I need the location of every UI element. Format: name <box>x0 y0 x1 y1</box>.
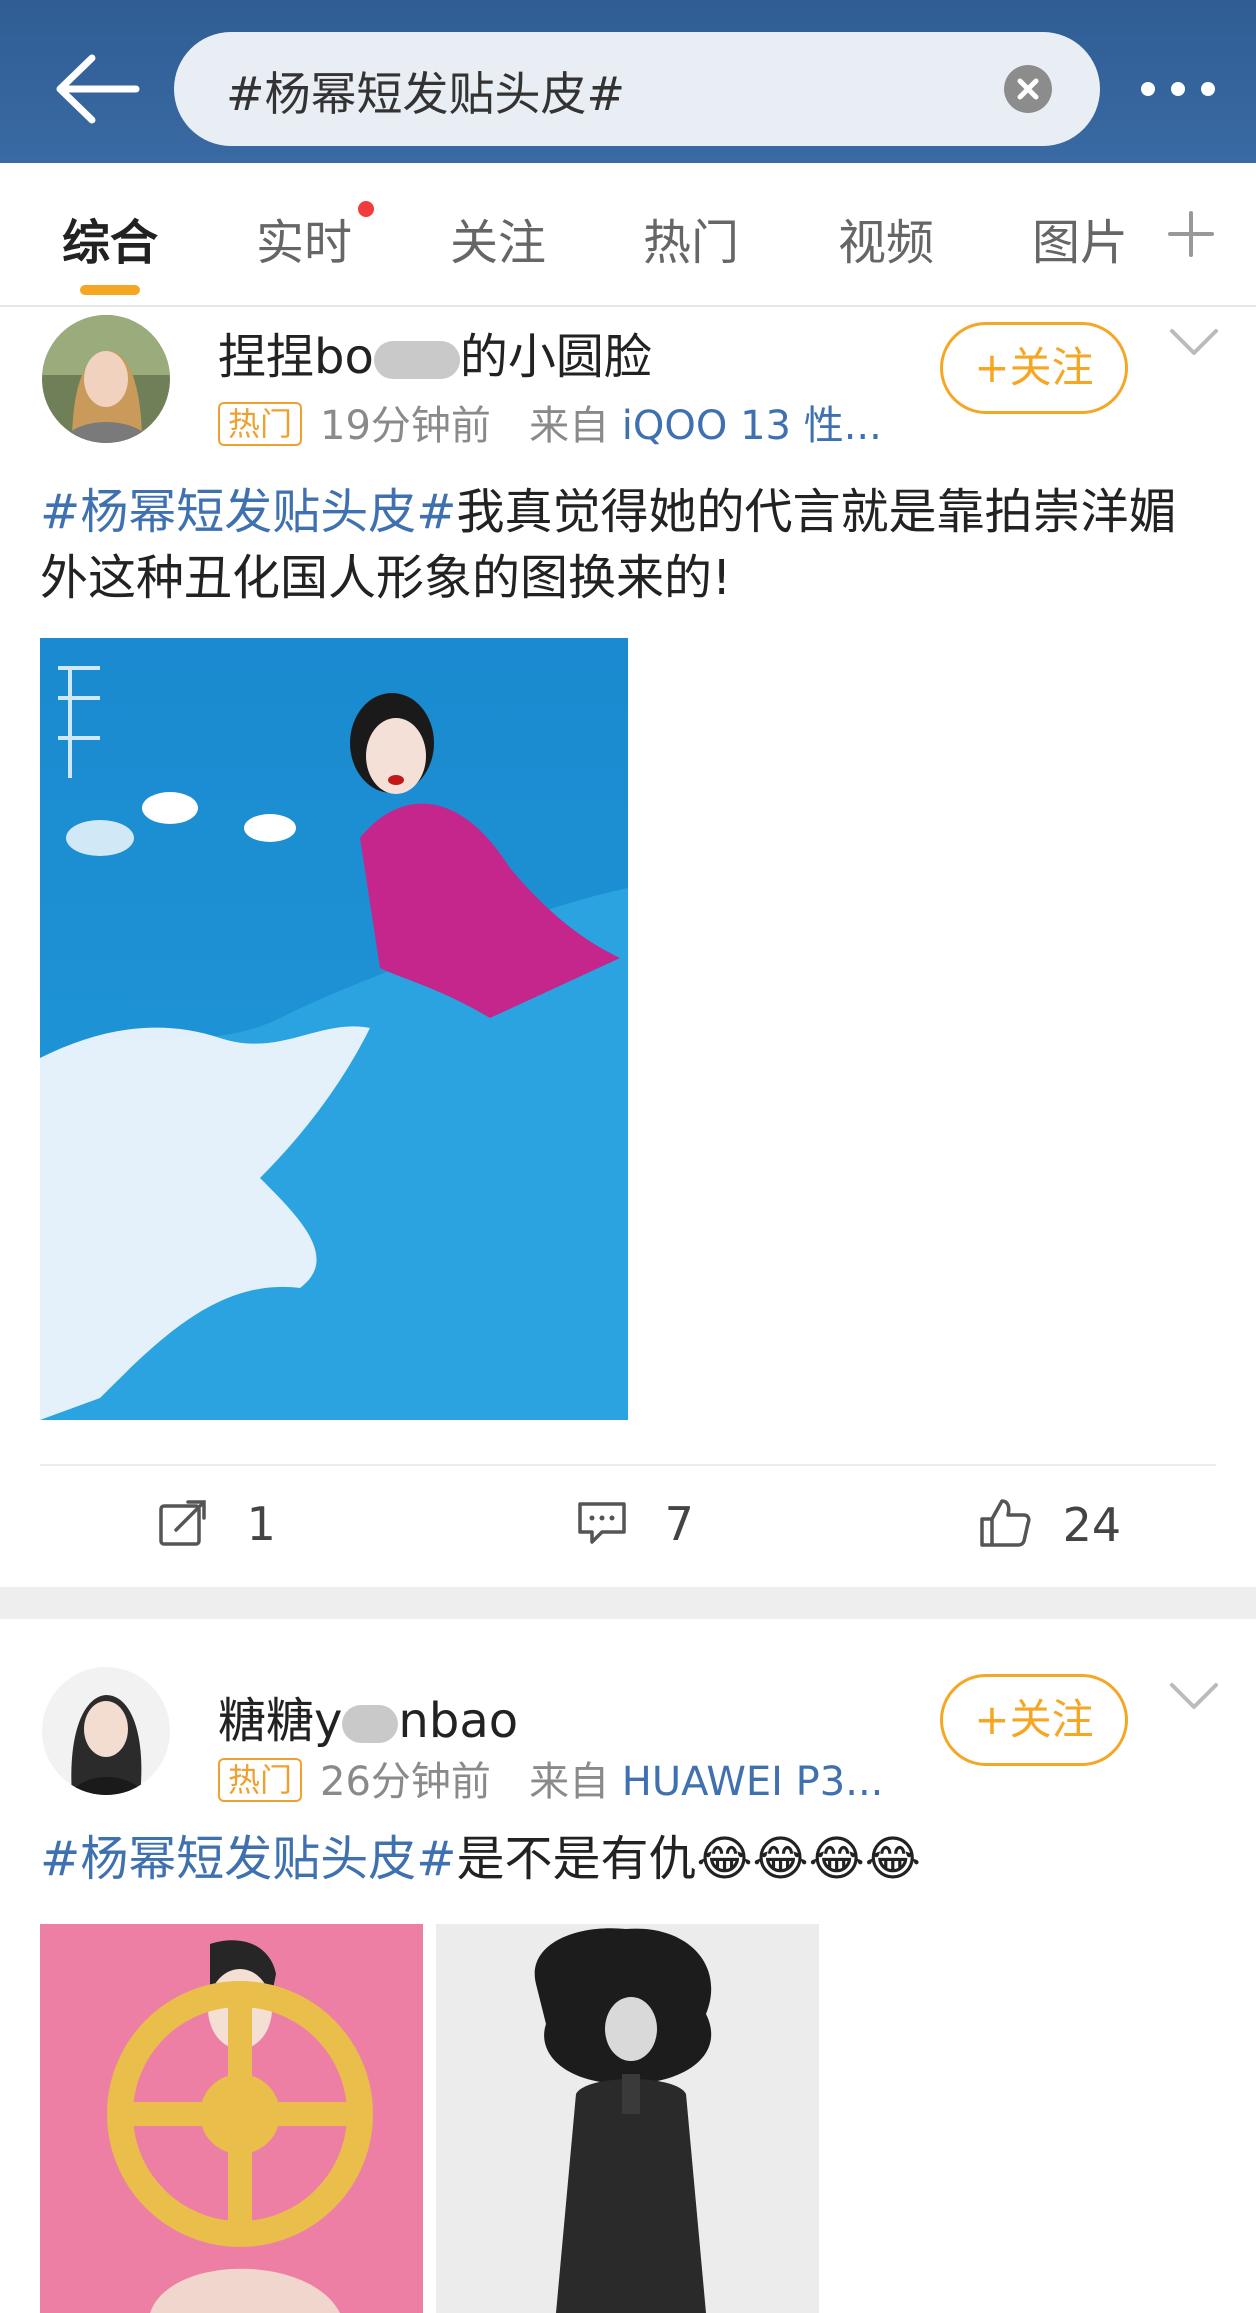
hot-badge: 热门 <box>218 402 303 446</box>
add-tab-icon[interactable] <box>1166 209 1216 259</box>
tab-video[interactable]: 视频 <box>838 203 934 273</box>
comment-icon <box>578 1502 626 1544</box>
tab-images[interactable]: 图片 <box>1032 203 1128 273</box>
blur-mask <box>373 341 460 379</box>
post-image[interactable] <box>40 638 628 1420</box>
new-badge-dot <box>358 201 374 217</box>
username-part: nbao <box>398 1693 519 1749</box>
post-text: #杨幂短发贴头皮#我真觉得她的代言就是靠拍崇洋媚外这种丑化国人形象的图换来的! <box>40 479 1220 611</box>
post-image[interactable] <box>436 1924 819 2313</box>
emoji: 😂😂😂😂 <box>696 1831 921 1887</box>
top-bar: #杨幂短发贴头皮# <box>0 0 1256 163</box>
post-source[interactable]: iQOO 13 性... <box>622 403 882 449</box>
follow-button[interactable]: +关注 <box>940 322 1128 414</box>
avatar[interactable] <box>42 1667 170 1795</box>
clear-search-icon[interactable] <box>1004 65 1052 113</box>
post-card: 糖糖y nbao 热门 26分钟前 来自 HUAWEI P3... +关注 #杨幂短… <box>0 1619 1256 2313</box>
chevron-down-icon[interactable] <box>1168 327 1220 357</box>
post-time: 26分钟前 <box>320 1759 491 1805</box>
source-prefix: 来自 <box>529 1759 610 1805</box>
follow-button[interactable]: +关注 <box>940 1674 1128 1766</box>
post-source[interactable]: HUAWEI P3... <box>622 1759 884 1805</box>
topic-link[interactable]: #杨幂短发贴头皮# <box>40 1831 456 1887</box>
post-card: 捏捏bo 的小圆脸 热门 19分钟前 来自 iQOO 13 性... +关注 #杨幂… <box>0 307 1256 1585</box>
divider <box>40 1464 1216 1466</box>
post-text: #杨幂短发贴头皮#是不是有仇😂😂😂😂 <box>40 1826 1220 1892</box>
like-count: 24 <box>1062 1498 1122 1552</box>
search-bar[interactable]: #杨幂短发贴头皮# <box>174 32 1100 146</box>
search-input[interactable]: #杨幂短发贴头皮# <box>226 58 625 124</box>
active-tab-indicator <box>80 285 140 295</box>
blur-mask <box>342 1705 399 1743</box>
repost-icon <box>159 1500 206 1546</box>
chevron-down-icon[interactable] <box>1168 1681 1220 1711</box>
repost-count: 1 <box>246 1497 276 1551</box>
tab-realtime[interactable]: 实时 <box>256 203 352 273</box>
post-image[interactable] <box>40 1924 423 2313</box>
post-username[interactable]: 捏捏bo 的小圆脸 <box>218 317 652 387</box>
avatar[interactable] <box>42 315 170 443</box>
post-meta: 热门 19分钟前 来自 iQOO 13 性... <box>218 393 882 451</box>
tab-hot[interactable]: 热门 <box>643 203 739 273</box>
feed-separator <box>0 1587 1256 1619</box>
username-part: 的小圆脸 <box>459 329 652 385</box>
back-arrow-icon[interactable] <box>52 52 142 127</box>
post-body: 是不是有仇 <box>456 1831 697 1887</box>
source-prefix: 来自 <box>529 403 610 449</box>
username-part: 糖糖y <box>218 1693 343 1749</box>
topic-link[interactable]: #杨幂短发贴头皮# <box>40 484 456 540</box>
repost-button[interactable]: 1 <box>158 1497 276 1551</box>
post-username[interactable]: 糖糖y nbao <box>218 1681 518 1751</box>
hot-badge: 热门 <box>218 1758 303 1802</box>
more-options-icon[interactable] <box>1138 74 1218 104</box>
post-time: 19分钟前 <box>320 403 491 449</box>
tab-comprehensive[interactable]: 综合 <box>62 203 158 273</box>
comment-button[interactable]: 7 <box>576 1497 694 1551</box>
tab-following[interactable]: 关注 <box>450 203 546 273</box>
tab-bar: 综合 实时 关注 热门 视频 图片 <box>0 163 1256 307</box>
thumbs-up-icon <box>980 1499 1031 1547</box>
comment-count: 7 <box>664 1497 694 1551</box>
like-button[interactable]: 24 <box>978 1497 1121 1552</box>
username-part: 捏捏bo <box>218 329 374 385</box>
post-meta: 热门 26分钟前 来自 HUAWEI P3... <box>218 1749 883 1807</box>
